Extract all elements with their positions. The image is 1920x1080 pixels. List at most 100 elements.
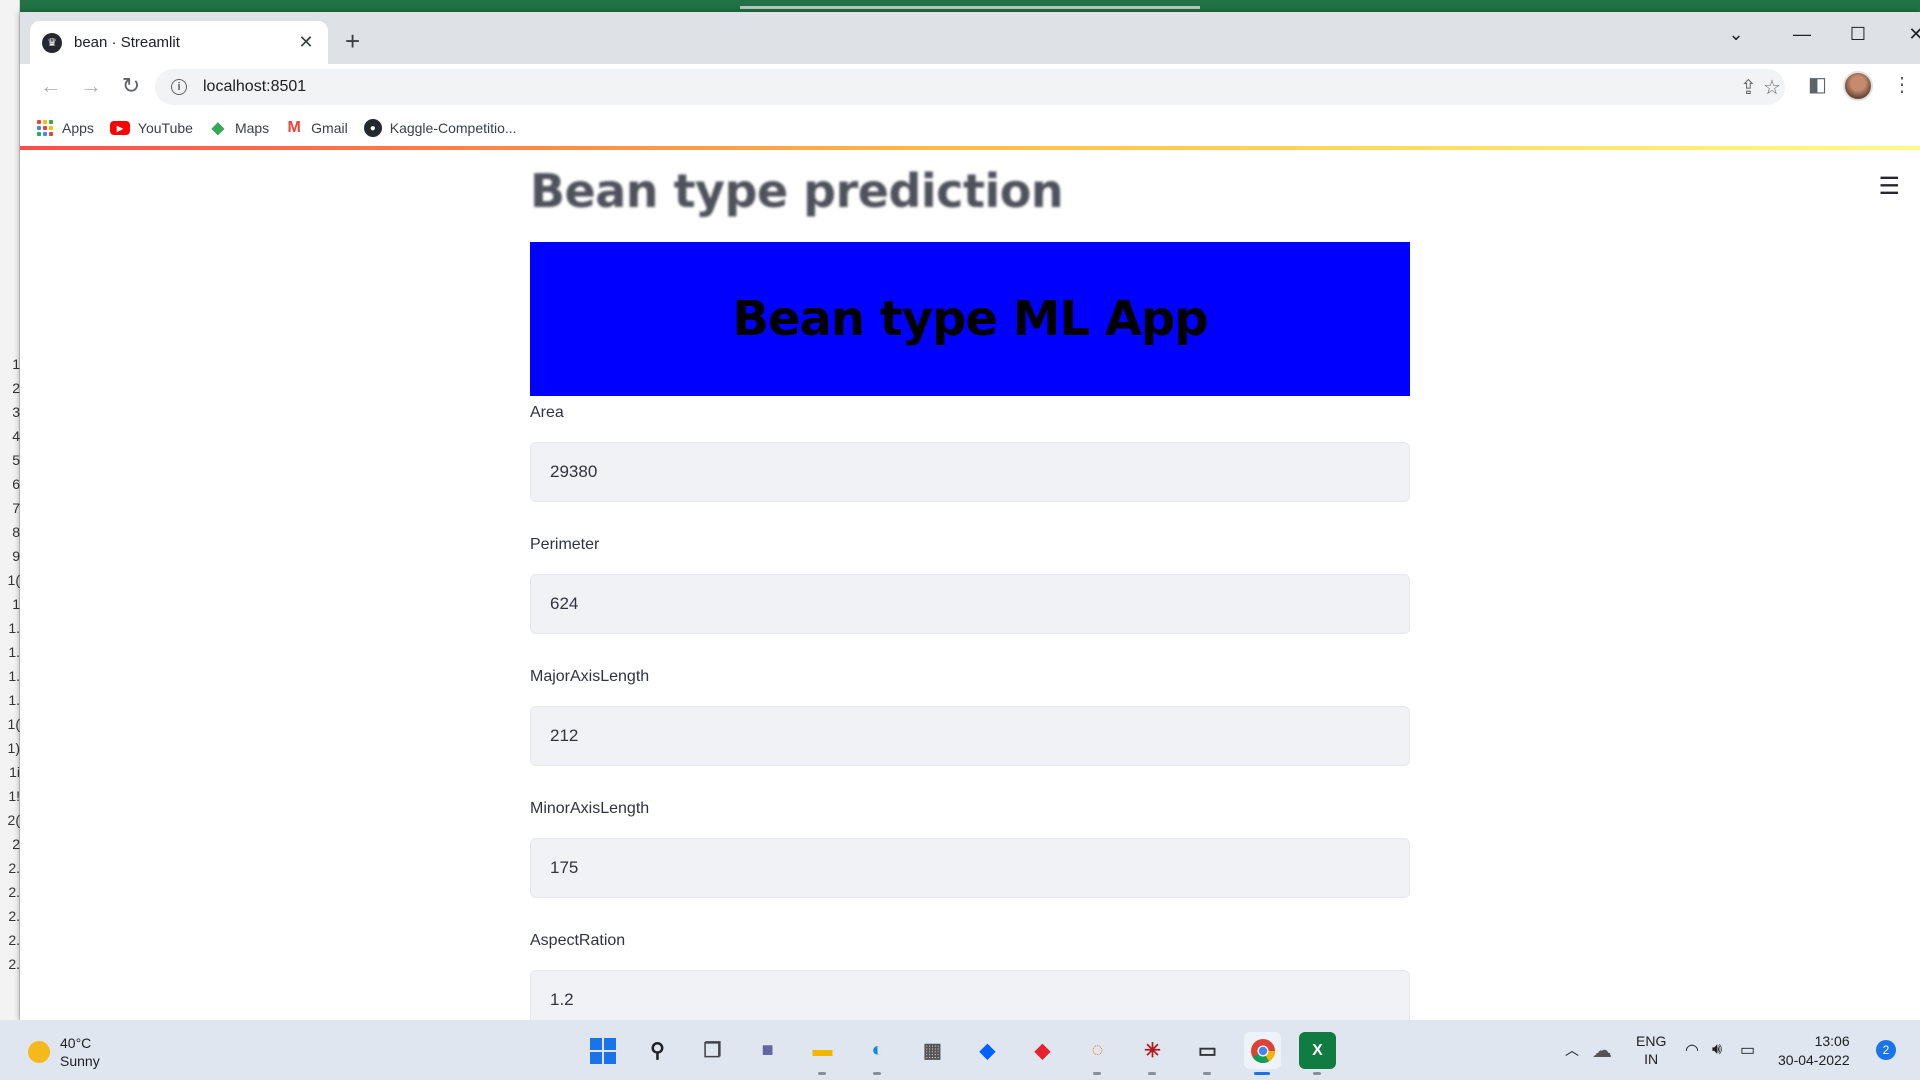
teams-chat-icon[interactable]: ■	[749, 1032, 786, 1069]
bookmark-star-icon[interactable]: ☆	[1763, 75, 1781, 100]
lang-primary: ENG	[1636, 1033, 1667, 1049]
area-field: Area 29380	[530, 404, 1410, 502]
perimeter-input[interactable]: 624	[530, 574, 1410, 634]
field-label: AspectRation	[530, 932, 626, 949]
dropbox-icon[interactable]: ◆	[969, 1032, 1006, 1069]
apps-grid-icon	[36, 119, 54, 137]
excel-row-number: 9	[12, 548, 20, 564]
url-text: localhost:8501	[203, 78, 307, 95]
tab-strip: ♛ bean · Streamlit ✕ + ⌄ — ☐ ✕	[20, 12, 1920, 64]
perimeter-field: Perimeter 624	[530, 536, 1410, 634]
maximize-button[interactable]: ☐	[1838, 24, 1878, 45]
bookmark-kaggle[interactable]: ● Kaggle-Competitio...	[363, 119, 517, 137]
youtube-icon: ▶	[109, 121, 130, 135]
minimize-button[interactable]: —	[1782, 24, 1822, 45]
excel-row-number: 2.	[8, 884, 20, 900]
back-button[interactable]: ←	[36, 74, 66, 98]
field-label: Perimeter	[530, 536, 600, 553]
background-window-strip	[0, 0, 1920, 12]
bookmark-apps[interactable]: Apps	[36, 119, 94, 137]
main-content: Bean type prediction Bean type ML App Ar…	[530, 146, 1410, 1020]
weather-desc: Sunny	[60, 1053, 100, 1069]
minor-axis-field: MinorAxisLength 175	[530, 800, 1410, 898]
taskbar-apps: ⚲ ❐ ■ ▬ ◐ ▦ ◆ ◆ ◌ ✳ ▭ X	[584, 1032, 1336, 1075]
github-icon: ●	[363, 119, 382, 137]
close-tab-icon[interactable]: ✕	[296, 32, 316, 53]
streamlit-app: ☰ Bean type prediction Bean type ML App …	[20, 146, 1920, 1020]
bookmark-maps[interactable]: ◆ Maps	[209, 119, 269, 137]
excel-row-number: 8	[12, 524, 20, 540]
forward-button[interactable]: →	[76, 74, 106, 98]
store-icon[interactable]: ▦	[914, 1032, 951, 1069]
major-axis-input[interactable]: 212	[530, 706, 1410, 766]
notification-badge[interactable]: 2	[1876, 1040, 1896, 1060]
tab-title: bean · Streamlit	[74, 34, 180, 51]
browser-toolbar: ← → ↻ i localhost:8501 ⇪ ☆ ◧ ⋮	[20, 64, 1920, 110]
weather-widget[interactable]: 40°C Sunny	[28, 1034, 100, 1070]
address-bar[interactable]: i localhost:8501 ⇪ ☆	[155, 69, 1785, 105]
aspect-ratio-field: AspectRation 1.2	[530, 932, 1410, 1020]
aspect-ratio-input[interactable]: 1.2	[530, 970, 1410, 1020]
side-panel-icon[interactable]: ◧	[1808, 72, 1827, 97]
onedrive-icon[interactable]: ☁	[1592, 1020, 1612, 1080]
terminal-icon[interactable]: ▭	[1189, 1032, 1226, 1075]
profile-avatar[interactable]	[1843, 71, 1873, 101]
close-window-button[interactable]: ✕	[1896, 24, 1920, 45]
excel-icon[interactable]: X	[1299, 1032, 1336, 1075]
banner-title: Bean type ML App	[732, 291, 1208, 347]
minor-axis-input[interactable]: 175	[530, 838, 1410, 898]
chrome-icon[interactable]	[1244, 1032, 1281, 1075]
battery-icon[interactable]: ▭	[1740, 1020, 1755, 1080]
wifi-icon[interactable]: ◠	[1685, 1020, 1699, 1080]
task-view-icon[interactable]: ❐	[694, 1032, 731, 1069]
excel-row-number: 7	[12, 500, 20, 516]
new-tab-button[interactable]: +	[345, 28, 360, 54]
file-explorer-icon[interactable]: ▬	[804, 1032, 841, 1075]
field-label: MinorAxisLength	[530, 800, 650, 817]
browser-menu-icon[interactable]: ⋮	[1892, 72, 1912, 97]
language-indicator[interactable]: ENG IN	[1636, 1020, 1666, 1080]
clock[interactable]: 13:06 30-04-2022	[1778, 1032, 1850, 1070]
excel-row-number: 1.	[8, 668, 20, 684]
app-banner: Bean type ML App	[530, 242, 1410, 396]
hamburger-menu-icon[interactable]: ☰	[1878, 172, 1900, 201]
excel-row-number: 2	[12, 836, 20, 852]
excel-row-number: 2(	[7, 812, 20, 828]
background-tab-hint	[740, 6, 1200, 9]
maps-icon: ◆	[211, 120, 225, 137]
git-app-icon[interactable]: ◆	[1024, 1032, 1061, 1069]
show-hidden-icons[interactable]: ︿	[1565, 1020, 1579, 1080]
field-label: Area	[530, 404, 564, 421]
weather-temp: 40°C	[60, 1035, 92, 1051]
date: 30-04-2022	[1778, 1052, 1850, 1068]
excel-row-number: 1(	[7, 716, 20, 732]
bookmark-gmail[interactable]: M Gmail	[285, 119, 348, 137]
jupyter-icon[interactable]: ◌	[1079, 1032, 1116, 1075]
windows-icon	[589, 1037, 616, 1064]
share-icon[interactable]: ⇪	[1740, 75, 1757, 100]
excel-row-number: 2.	[8, 908, 20, 924]
background-excel-rows: 1 2 3 4 5 6 7 8 9 1(1 1. 1. 1. 1. 1(1) 1i 1! 2(2 2. 2. 2. 2. 2…	[0, 0, 20, 1020]
excel-row-number: 5	[12, 452, 20, 468]
excel-row-number: 3	[12, 404, 20, 420]
excel-row-number: 1.	[8, 620, 20, 636]
reload-button[interactable]: ↻	[116, 74, 146, 98]
area-input[interactable]: 29380	[530, 442, 1410, 502]
volume-icon[interactable]: 🔊︎	[1712, 1020, 1722, 1080]
bookmark-label: Apps	[62, 120, 94, 136]
edge-icon[interactable]: ◐	[859, 1032, 896, 1075]
excel-row-number: 2.	[8, 956, 20, 972]
tab-search-chevron-icon[interactable]: ⌄	[1716, 24, 1756, 45]
search-icon[interactable]: ⚲	[639, 1032, 676, 1069]
bookmark-label: Kaggle-Competitio...	[389, 120, 517, 136]
bookmark-youtube[interactable]: ▶ YouTube	[109, 120, 193, 136]
excel-row-number: 2.	[8, 860, 20, 876]
bookmark-label: Maps	[234, 120, 270, 136]
start-button[interactable]	[584, 1032, 621, 1069]
taskbar: 40°C Sunny ⚲ ❐ ■ ▬ ◐ ▦ ◆ ◆ ◌ ✳ ▭ X ︿ ☁ E…	[0, 1020, 1920, 1080]
site-info-icon[interactable]: i	[171, 79, 187, 95]
bookmarks-bar: Apps ▶ YouTube ◆ Maps M Gmail ● Kaggle-C…	[20, 110, 1920, 146]
browser-tab-active[interactable]: ♛ bean · Streamlit ✕	[30, 21, 328, 64]
lang-secondary: IN	[1644, 1051, 1659, 1067]
spider-app-icon[interactable]: ✳	[1134, 1032, 1171, 1075]
